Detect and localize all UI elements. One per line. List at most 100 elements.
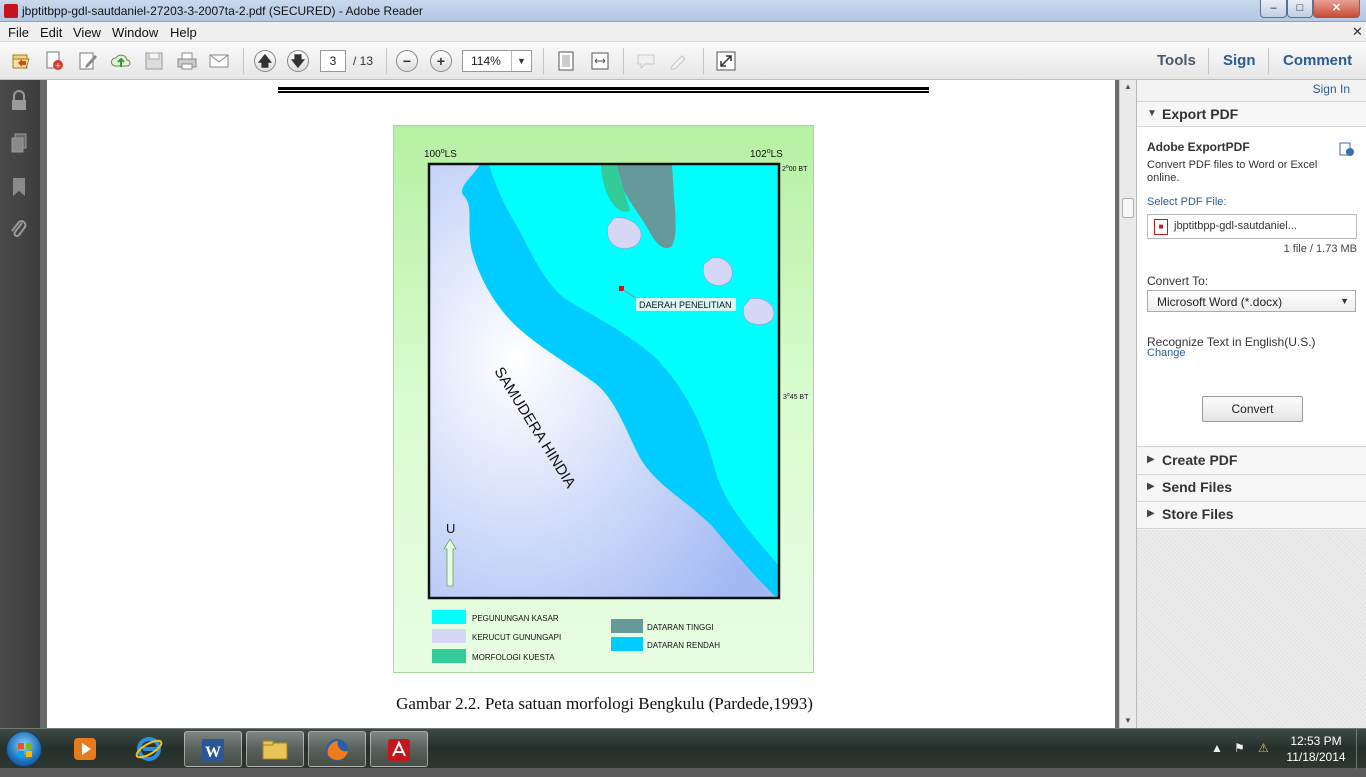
clock-date[interactable]: 11/18/2014 — [1285, 750, 1347, 764]
fit-page-icon[interactable] — [555, 50, 577, 72]
toolbar-separator — [1268, 48, 1269, 74]
change-language-link[interactable]: Change — [1147, 347, 1186, 359]
menu-view[interactable]: View — [73, 25, 101, 40]
selected-file-name: jbptitbpp-gdl-sautdaniel... — [1174, 220, 1297, 232]
create-pdf-icon[interactable]: + — [43, 50, 65, 72]
pdf-file-icon: ■ — [1154, 219, 1168, 235]
page-down-icon[interactable]: 🡇 — [287, 50, 309, 72]
panel-background — [1137, 530, 1366, 728]
page-rule — [278, 91, 929, 93]
start-button[interactable] — [6, 731, 42, 767]
send-files-section-header[interactable]: ▶ Send Files — [1137, 475, 1366, 502]
convert-to-select[interactable]: Microsoft Word (*.docx) ▼ — [1147, 290, 1356, 312]
edit-icon[interactable] — [77, 50, 99, 72]
export-service-icon[interactable] — [1339, 141, 1355, 157]
legend-swatch — [432, 610, 466, 624]
network-warning-icon[interactable]: ⚠ — [1258, 741, 1269, 755]
tools-panel: Sign In ▼ Export PDF Adobe ExportPDF Con… — [1136, 80, 1366, 728]
legend-label: KERUCUT GUNUNGAPI — [472, 633, 561, 642]
legend-swatch — [611, 619, 643, 633]
vertical-scrollbar[interactable]: ▲ ▼ — [1119, 80, 1136, 728]
page-rule — [278, 87, 929, 90]
word-icon[interactable]: W — [184, 731, 242, 767]
zoom-out-icon[interactable]: − — [396, 50, 418, 72]
action-center-icon[interactable]: ⚑ — [1234, 741, 1245, 755]
highlight-icon[interactable] — [668, 50, 690, 72]
show-hidden-icons[interactable]: ▲ — [1211, 741, 1223, 755]
sign-in-link[interactable]: Sign In — [1313, 82, 1350, 96]
file-explorer-icon[interactable] — [246, 731, 304, 767]
create-pdf-section-header[interactable]: ▶ Create PDF — [1137, 448, 1366, 475]
adobe-reader-icon[interactable] — [370, 731, 428, 767]
menu-edit[interactable]: Edit — [40, 25, 62, 40]
comment-icon[interactable] — [635, 50, 657, 72]
clock-time[interactable]: 12:53 PM — [1285, 734, 1347, 748]
zoom-select[interactable]: 114% ▼ — [462, 50, 532, 72]
lat-top-label: 2o00 BT — [782, 164, 808, 173]
internet-explorer-icon[interactable] — [120, 731, 178, 767]
window-title: jbptitbpp-gdl-sautdaniel-27203-3-2007ta-… — [22, 4, 423, 18]
adobe-reader-window: jbptitbpp-gdl-sautdaniel-27203-3-2007ta-… — [0, 0, 1366, 769]
pdf-file-icon — [4, 4, 18, 18]
toolbar-separator — [1208, 48, 1209, 74]
page-number-input[interactable]: 3 — [320, 50, 346, 72]
attachment-icon[interactable] — [9, 218, 29, 240]
lock-icon[interactable] — [9, 90, 29, 112]
north-label: U — [446, 521, 455, 536]
legend-label: MORFOLOGI KUESTA — [472, 653, 555, 662]
lon-left-label: 100oLS — [424, 148, 457, 160]
legend-label: DATARAN TINGGI — [647, 623, 714, 632]
toolbar-separator — [543, 48, 544, 74]
legend-label: DATARAN RENDAH — [647, 641, 720, 650]
save-icon[interactable] — [143, 50, 165, 72]
sign-pane-button[interactable]: Sign — [1223, 52, 1256, 69]
pages-icon[interactable] — [9, 132, 29, 154]
scroll-up-icon[interactable]: ▲ — [1120, 80, 1136, 94]
tools-pane-button[interactable]: Tools — [1157, 52, 1196, 69]
scroll-down-icon[interactable]: ▼ — [1120, 714, 1136, 728]
section-title: Store Files — [1162, 506, 1234, 522]
section-title: Send Files — [1162, 479, 1233, 495]
toolbar-separator — [243, 48, 244, 74]
print-icon[interactable] — [176, 50, 198, 72]
select-pdf-link[interactable]: Select PDF File: — [1147, 196, 1226, 208]
close-button[interactable]: ✕ — [1313, 0, 1360, 18]
menu-help[interactable]: Help — [170, 25, 197, 40]
convert-to-label: Convert To: — [1147, 274, 1209, 288]
fit-width-icon[interactable] — [589, 50, 611, 72]
study-area-label: DAERAH PENELITIAN — [639, 300, 732, 310]
chevron-right-icon: ▶ — [1147, 481, 1155, 492]
legend-swatch — [432, 649, 466, 663]
document-view[interactable]: 100oLS 102oLS 2o00 BT 3o45 BT DAERAH PEN… — [40, 80, 1136, 728]
maximize-button[interactable]: □ — [1287, 0, 1313, 18]
email-icon[interactable] — [208, 50, 230, 72]
open-icon[interactable] — [10, 50, 32, 72]
svg-text:W: W — [205, 744, 221, 761]
scroll-thumb[interactable] — [1122, 198, 1134, 218]
chevron-down-icon: ▼ — [1340, 296, 1349, 306]
export-pdf-description: Convert PDF files to Word or Excel onlin… — [1147, 159, 1318, 184]
map-legend: PEGUNUNGAN KASAR KERUCUT GUNUNGAPI MORFO… — [432, 610, 720, 663]
zoom-in-icon[interactable]: + — [430, 50, 452, 72]
selected-file-field[interactable]: ■ jbptitbpp-gdl-sautdaniel... — [1147, 214, 1357, 239]
minimize-button[interactable]: – — [1260, 0, 1287, 18]
menu-file[interactable]: File — [8, 25, 29, 40]
toolbar-separator — [703, 48, 704, 74]
firefox-icon[interactable] — [308, 731, 366, 767]
fullscreen-icon[interactable] — [715, 50, 737, 72]
store-files-section-header[interactable]: ▶ Store Files — [1137, 502, 1366, 529]
lat-mid-label: 3o45 BT — [783, 392, 809, 401]
close-document-icon[interactable]: ✕ — [1352, 24, 1363, 40]
show-desktop-button[interactable] — [1356, 729, 1366, 769]
page-up-icon[interactable]: 🡅 — [254, 50, 276, 72]
convert-button[interactable]: Convert — [1202, 396, 1303, 422]
export-pdf-section-header[interactable]: ▼ Export PDF — [1137, 101, 1366, 127]
morphology-map: 100oLS 102oLS 2o00 BT 3o45 BT DAERAH PEN… — [393, 125, 814, 673]
toolbar-separator — [386, 48, 387, 74]
chevron-down-icon[interactable]: ▼ — [511, 51, 531, 71]
cloud-upload-icon[interactable] — [110, 50, 132, 72]
media-player-icon[interactable] — [56, 731, 114, 767]
menu-window[interactable]: Window — [112, 25, 158, 40]
comment-pane-button[interactable]: Comment — [1283, 52, 1352, 69]
bookmark-icon[interactable] — [9, 176, 29, 198]
